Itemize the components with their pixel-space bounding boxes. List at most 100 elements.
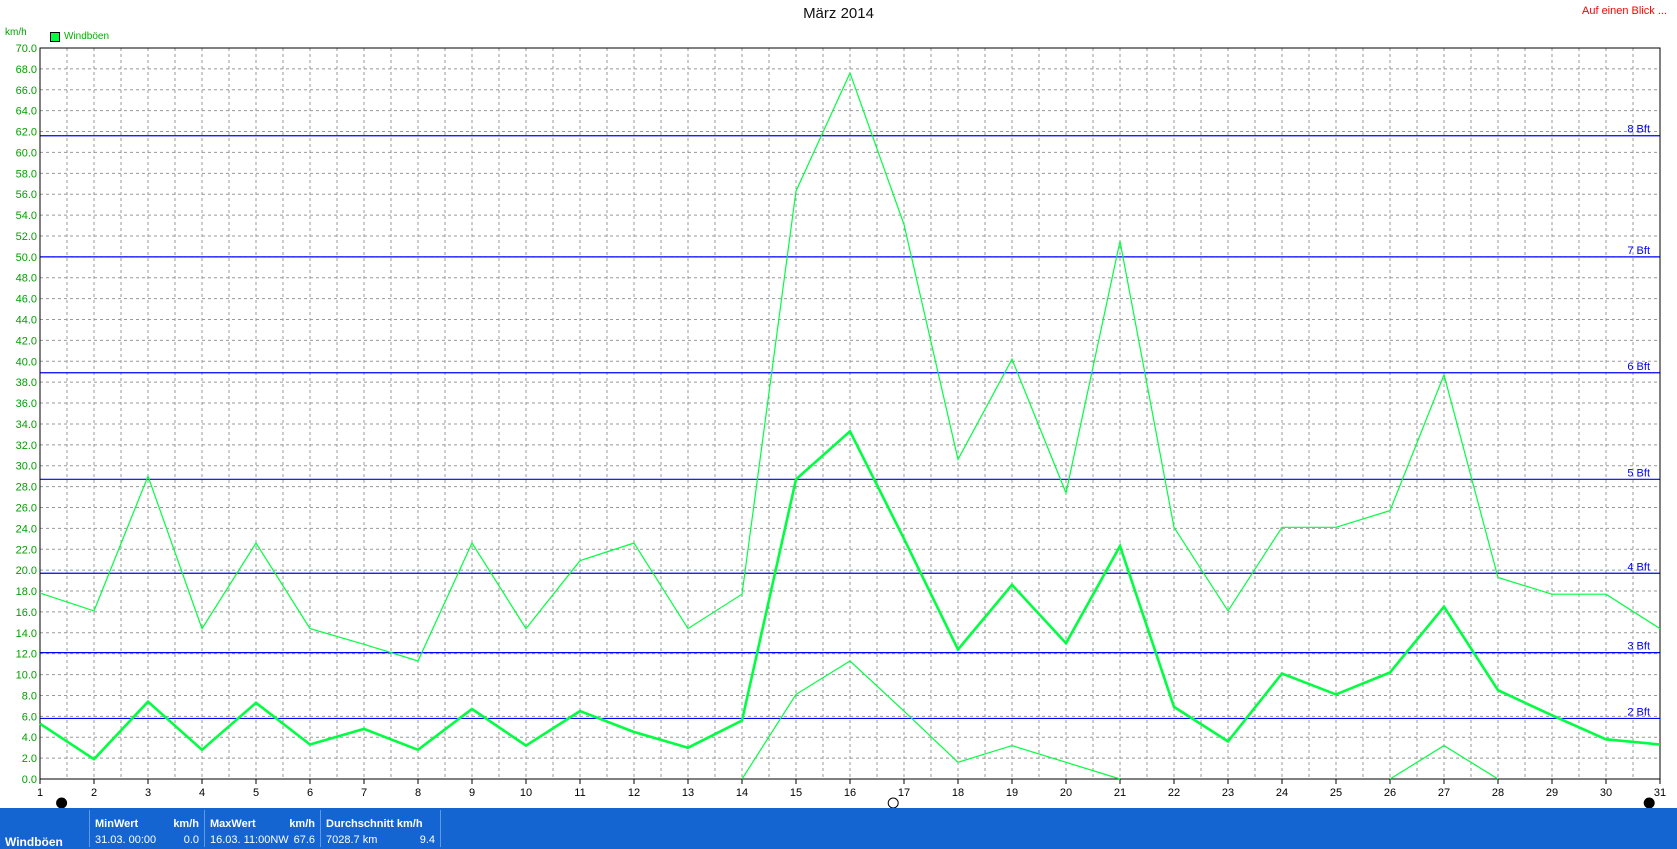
footer-series-name: Windböen (5, 835, 63, 849)
min-date: 31.03. 00:00 (95, 834, 157, 846)
x-tick-label: 24 (1276, 787, 1288, 799)
overview-link[interactable]: Auf einen Blick ... (1582, 5, 1667, 17)
y-tick-label: 60.0 (16, 147, 37, 159)
legend-label: Windböen (64, 31, 110, 42)
y-tick-label: 42.0 (16, 335, 37, 347)
x-tick-label: 18 (952, 787, 964, 799)
x-tick-label: 15 (790, 787, 802, 799)
y-tick-label: 44.0 (16, 315, 37, 327)
min-value: 0.0 (183, 834, 199, 846)
x-tick-label: 11 (574, 787, 585, 799)
y-tick-label: 30.0 (16, 461, 37, 473)
legend-swatch (50, 31, 60, 42)
avg-value: 9.4 (419, 834, 435, 846)
x-tick-label: 29 (1546, 787, 1558, 799)
y-tick-label: 26.0 (16, 502, 37, 514)
x-tick-label: 30 (1600, 787, 1612, 799)
x-tick-label: 27 (1438, 787, 1450, 799)
x-tick-label: 26 (1384, 787, 1396, 799)
y-tick-label: 36.0 (16, 398, 37, 410)
y-tick-label: 18.0 (16, 586, 37, 598)
x-tick-label: 20 (1060, 787, 1072, 799)
moon-phase-icon (56, 797, 68, 808)
x-tick-label: 31 (1654, 787, 1666, 799)
y-tick-label: 46.0 (16, 294, 37, 306)
y-tick-label: 2.0 (22, 753, 37, 765)
legend: Windböen (50, 31, 109, 42)
y-tick-label: 22.0 (16, 544, 37, 556)
y-tick-label: 24.0 (16, 523, 37, 535)
x-tick-label: 10 (520, 787, 532, 799)
x-tick-label: 22 (1168, 787, 1180, 799)
chart-title: März 2014 (803, 5, 874, 22)
y-tick-label: 62.0 (16, 127, 37, 139)
y-tick-label: 12.0 (16, 649, 37, 661)
wind-gust-chart: 0.0 2.0 4.0 6.0 8.0 10.0 12.0 14.0 16.0 18.0 20.0 2… (16, 43, 1666, 808)
y-tick-label: 40.0 (16, 356, 37, 368)
x-tick-label: 6 (307, 787, 313, 799)
footer-max-cell: MaxWert km/h 16.03. 11:00NW 67.6 (205, 810, 321, 847)
statistics-footer: Windböen MinWert km/h 31.03. 00:00 0.0 Max… (0, 808, 1677, 849)
y-tick-label: 68.0 (16, 64, 37, 76)
x-tick-label: 14 (736, 787, 748, 799)
y-tick-label: 16.0 (16, 607, 37, 619)
x-tick-label: 2 (91, 787, 97, 799)
y-tick-label: 48.0 (16, 273, 37, 285)
x-tick-label: 3 (145, 787, 151, 799)
beaufort-label: 5 Bft (1627, 467, 1650, 479)
y-tick-label: 6.0 (22, 711, 37, 723)
y-tick-label: 10.0 (16, 670, 37, 682)
y-tick-label: 64.0 (16, 106, 37, 118)
y-tick-label: 20.0 (16, 565, 37, 577)
x-tick-label: 4 (199, 787, 205, 799)
x-tick-label: 1 (37, 787, 43, 799)
beaufort-label: 8 Bft (1627, 124, 1650, 136)
y-tick-label: 38.0 (16, 377, 37, 389)
y-tick-label: 58.0 (16, 168, 37, 180)
y-tick-label: 0.0 (22, 774, 37, 786)
y-tick-label: 4.0 (22, 732, 37, 744)
x-tick-label: 25 (1330, 787, 1342, 799)
x-tick-label: 8 (415, 787, 421, 799)
y-axis-unit: km/h (5, 27, 27, 38)
y-tick-label: 66.0 (16, 85, 37, 97)
y-tick-label: 8.0 (22, 690, 37, 702)
y-tick-label: 54.0 (16, 210, 37, 222)
y-tick-label: 28.0 (16, 482, 37, 494)
footer-series-cell: Windböen (0, 810, 90, 849)
beaufort-label: 4 Bft (1627, 561, 1650, 573)
beaufort-label: 2 Bft (1627, 706, 1650, 718)
y-tick-label: 32.0 (16, 440, 37, 452)
y-tick-label: 50.0 (16, 252, 37, 264)
y-tick-label: 70.0 (16, 43, 37, 55)
beaufort-label: 7 Bft (1627, 245, 1650, 257)
avg-label: Durchschnitt km/h (326, 818, 423, 830)
x-tick-label: 17 (898, 787, 910, 799)
x-tick-label: 23 (1222, 787, 1234, 799)
x-tick-label: 13 (682, 787, 694, 799)
min-unit: km/h (173, 818, 199, 830)
y-tick-label: 52.0 (16, 231, 37, 243)
moon-phase-icon (887, 797, 899, 808)
x-tick-label: 12 (628, 787, 640, 799)
x-tick-label: 16 (844, 787, 856, 799)
footer-min-cell: MinWert km/h 31.03. 00:00 0.0 (90, 810, 205, 847)
max-unit: km/h (289, 818, 315, 830)
x-tick-label: 21 (1114, 787, 1126, 799)
x-tick-label: 5 (253, 787, 259, 799)
x-tick-label: 7 (361, 787, 367, 799)
x-tick-label: 19 (1006, 787, 1018, 799)
beaufort-label: 6 Bft (1627, 361, 1650, 373)
max-date: 16.03. 11:00NW (210, 834, 289, 846)
y-tick-label: 14.0 (16, 628, 37, 640)
moon-phase-icon (1643, 797, 1655, 808)
x-tick-label: 28 (1492, 787, 1504, 799)
footer-avg-cell: Durchschnitt km/h 7028.7 km 9.4 (321, 810, 441, 847)
x-tick-label: 9 (469, 787, 475, 799)
y-tick-label: 56.0 (16, 189, 37, 201)
min-label: MinWert (95, 818, 139, 830)
avg-distance: 7028.7 km (326, 834, 378, 846)
y-tick-label: 34.0 (16, 419, 37, 431)
max-label: MaxWert (210, 818, 256, 830)
max-value: 67.6 (293, 834, 315, 846)
